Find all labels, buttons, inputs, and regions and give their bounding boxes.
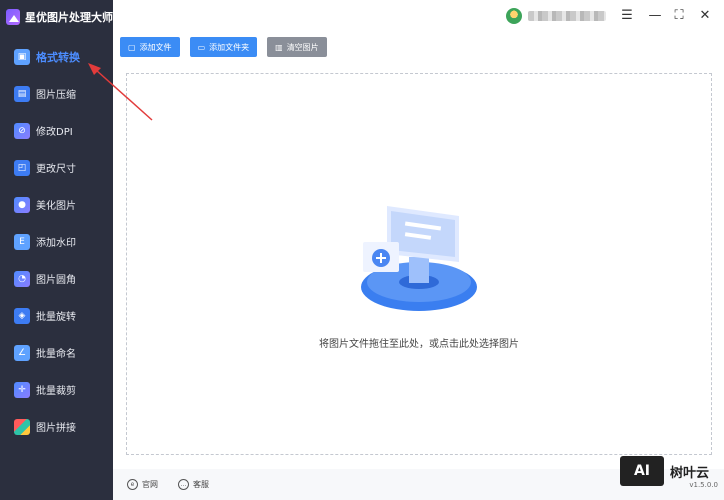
sidebar-item-rotate[interactable]: ◈ 批量旋转 [0,297,113,334]
sidebar-item-resize[interactable]: ◰ 更改尺寸 [0,149,113,186]
crop-icon: ✛ [14,381,30,398]
round-corner-icon: ◔ [14,270,30,287]
sidebar-item-round-corner[interactable]: ◔ 图片圆角 [0,260,113,297]
customer-service-label: 客服 [193,480,209,489]
clear-images-button[interactable]: ▥ 清空图片 [267,37,327,57]
watermark: AI 树叶云 [620,456,709,486]
add-folder-button[interactable]: ▭ 添加文件夹 [189,37,258,57]
beautify-icon: ● [14,196,30,213]
menu-icon[interactable]: ☰ [618,7,636,25]
sidebar-item-label: 图片压缩 [36,90,76,101]
sidebar-item-beautify[interactable]: ● 美化图片 [0,186,113,223]
add-folder-label: 添加文件夹 [209,42,250,52]
sidebar-item-label: 图片圆角 [36,275,76,286]
app-logo-icon [6,9,20,25]
drop-hint: 将图片文件拖住至此处，或点击此处选择图片 [319,339,519,350]
sidebar-item-label: 修改DPI [36,127,73,138]
folder-icon: ▭ [197,42,206,52]
minimize-icon[interactable]: — [646,7,664,25]
sidebar-item-label: 批量裁剪 [36,386,76,397]
add-file-button[interactable]: ▢ 添加文件 [120,37,180,57]
compress-icon: ▤ [14,85,30,102]
sidebar-item-stitch[interactable]: 图片拼接 [0,408,113,445]
app-header: 星优图片处理大师 [0,0,113,34]
sidebar-item-compress[interactable]: ▤ 图片压缩 [0,75,113,112]
sidebar-item-label: 美化图片 [36,201,76,212]
format-convert-icon: ▣ [14,48,30,65]
resize-icon: ◰ [14,159,30,176]
watermark-text: 树叶云 [670,465,710,481]
add-file-label: 添加文件 [139,42,172,52]
title-bar: ☰ — ⛶ ✕ [113,0,724,34]
watermark-icon: E [14,233,30,250]
sidebar-item-label: 图片拼接 [36,423,76,434]
app-title: 星优图片处理大师 [25,11,113,24]
sidebar-item-label: 批量旋转 [36,312,76,323]
account-area[interactable] [506,8,606,24]
sidebar: 星优图片处理大师 ▣ 格式转换 ▤ 图片压缩 ⊘ 修改DPI ◰ 更改尺寸 ● … [0,0,113,500]
globe-icon: e [127,479,138,490]
file-icon: ▢ [128,42,136,52]
drop-zone[interactable]: 将图片文件拖住至此处，或点击此处选择图片 [126,73,712,455]
website-link[interactable]: e 官网 [127,479,158,490]
sidebar-item-label: 格式转换 [36,50,80,64]
customer-service-link[interactable]: … 客服 [178,479,209,490]
sidebar-item-watermark[interactable]: E 添加水印 [0,223,113,260]
chat-icon: … [178,479,189,490]
avatar[interactable] [506,8,522,24]
sidebar-item-dpi[interactable]: ⊘ 修改DPI [0,112,113,149]
close-icon[interactable]: ✕ [696,7,714,25]
sidebar-item-crop[interactable]: ✛ 批量裁剪 [0,371,113,408]
watermark-logo: AI [620,456,664,486]
rotate-icon: ◈ [14,307,30,324]
clear-images-label: 清空图片 [286,42,319,52]
website-label: 官网 [142,480,158,489]
trash-icon: ▥ [275,42,283,52]
monitor-upload-illustration [361,206,477,311]
sidebar-nav: ▣ 格式转换 ▤ 图片压缩 ⊘ 修改DPI ◰ 更改尺寸 ● 美化图片 E 添加… [0,38,113,445]
rename-icon: ∠ [14,344,30,361]
sidebar-item-format-convert[interactable]: ▣ 格式转换 [0,38,113,75]
sidebar-item-label: 添加水印 [36,238,76,249]
toolbar: ▢ 添加文件 ▭ 添加文件夹 ▥ 清空图片 [120,37,337,57]
sidebar-item-rename[interactable]: ∠ 批量命名 [0,334,113,371]
account-name-blurred [528,11,606,21]
dpi-icon: ⊘ [14,122,30,139]
sidebar-item-label: 批量命名 [36,349,76,360]
sidebar-item-label: 更改尺寸 [36,164,76,175]
stitch-icon [14,418,30,435]
maximize-icon[interactable]: ⛶ [670,7,688,25]
